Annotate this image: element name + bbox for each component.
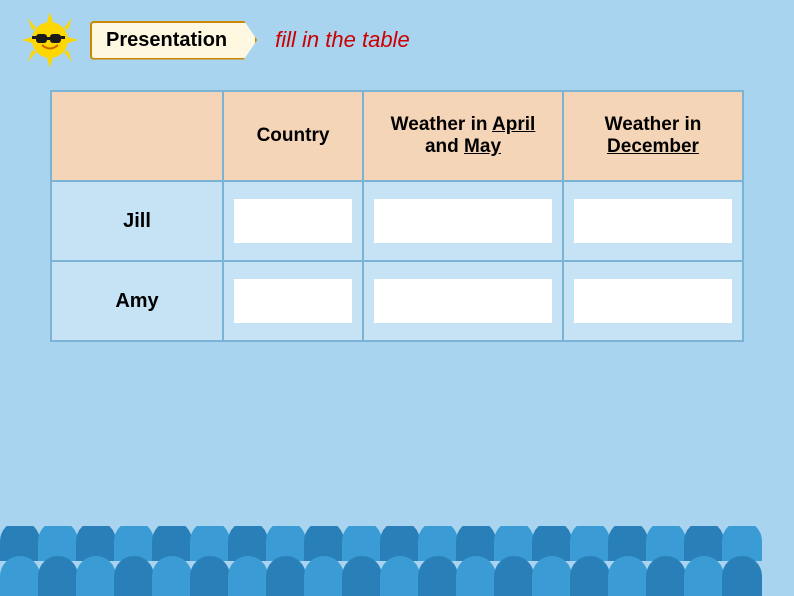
presentation-badge: Presentation — [90, 21, 257, 60]
jill-december-cell — [563, 181, 743, 261]
page-subtitle: fill in the table — [275, 27, 410, 53]
badge-label: Presentation — [106, 29, 227, 51]
jill-country-cell — [223, 181, 363, 261]
col-header-december: Weather in December — [563, 91, 743, 181]
jill-december-input[interactable] — [574, 199, 732, 243]
name-cell-amy: Amy — [51, 261, 223, 341]
col-header-empty — [51, 91, 223, 181]
amy-country-cell — [223, 261, 363, 341]
amy-april-may-cell — [363, 261, 563, 341]
col-header-country: Country — [223, 91, 363, 181]
amy-december-input[interactable] — [574, 279, 732, 323]
amy-december-cell — [563, 261, 743, 341]
amy-country-input[interactable] — [234, 279, 352, 323]
jill-april-may-input[interactable] — [374, 199, 552, 243]
main-table-container: Country Weather in April and May Weather… — [50, 90, 744, 342]
jill-country-input[interactable] — [234, 199, 352, 243]
table-header-row: Country Weather in April and May Weather… — [51, 91, 743, 181]
jill-april-may-cell — [363, 181, 563, 261]
fill-table: Country Weather in April and May Weather… — [50, 90, 744, 342]
col-header-april-may: Weather in April and May — [363, 91, 563, 181]
name-cell-jill: Jill — [51, 181, 223, 261]
page-header: Presentation fill in the table — [0, 0, 794, 80]
sun-icon — [20, 10, 80, 70]
wave-decoration — [0, 526, 794, 596]
amy-april-may-input[interactable] — [374, 279, 552, 323]
table-row-amy: Amy — [51, 261, 743, 341]
wave-row-bottom — [0, 556, 794, 596]
table-row-jill: Jill — [51, 181, 743, 261]
